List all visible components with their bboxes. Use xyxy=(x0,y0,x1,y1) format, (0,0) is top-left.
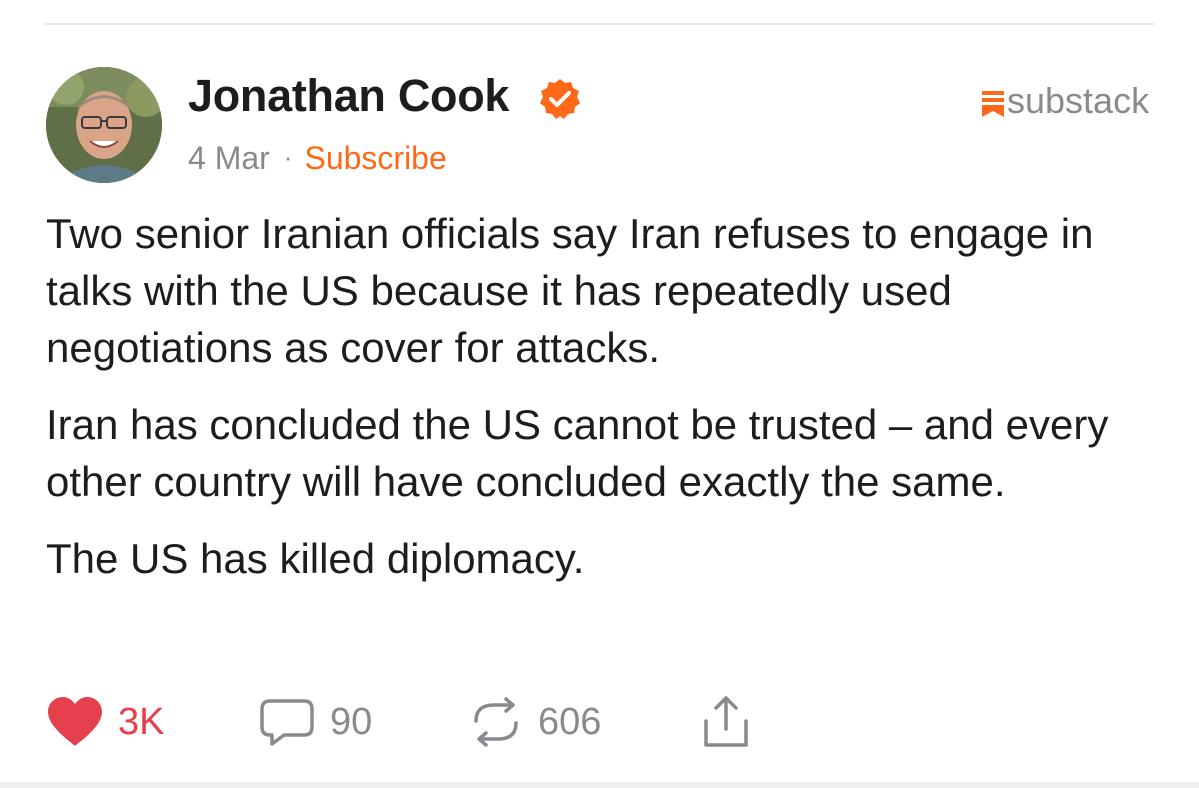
subscribe-link[interactable]: Subscribe xyxy=(304,140,446,176)
top-divider xyxy=(44,23,1154,25)
comment-button[interactable]: 90 xyxy=(258,694,372,750)
avatar[interactable] xyxy=(46,67,162,183)
like-button[interactable]: 3K xyxy=(46,694,164,750)
share-button[interactable] xyxy=(700,694,752,750)
post-body: Two senior Iranian officials say Iran re… xyxy=(46,205,1156,607)
post-meta: 4 Mar · Subscribe xyxy=(188,140,447,177)
avatar-image xyxy=(46,67,162,183)
post-date: 4 Mar xyxy=(188,140,270,176)
comment-count: 90 xyxy=(330,700,373,743)
restack-arrows-icon xyxy=(474,697,518,747)
restack-button[interactable]: 606 xyxy=(468,694,601,750)
substack-badge[interactable]: substack xyxy=(982,80,1149,122)
post-paragraph: The US has killed diplomacy. xyxy=(46,535,585,582)
author-name[interactable]: Jonathan Cook xyxy=(188,70,509,122)
like-count: 3K xyxy=(118,700,165,743)
bottom-divider xyxy=(0,782,1199,788)
comment-bubble-icon xyxy=(260,699,314,746)
post-paragraph: Iran has concluded the US cannot be trus… xyxy=(46,401,1109,505)
share-icon xyxy=(704,696,748,747)
substack-logo-icon xyxy=(982,91,1004,117)
meta-separator: · xyxy=(283,142,293,172)
restack-count: 606 xyxy=(538,700,602,743)
heart-icon xyxy=(48,697,102,746)
verified-badge-icon xyxy=(540,79,580,119)
substack-label: substack xyxy=(1007,80,1150,121)
post-paragraph: Two senior Iranian officials say Iran re… xyxy=(46,210,1094,371)
